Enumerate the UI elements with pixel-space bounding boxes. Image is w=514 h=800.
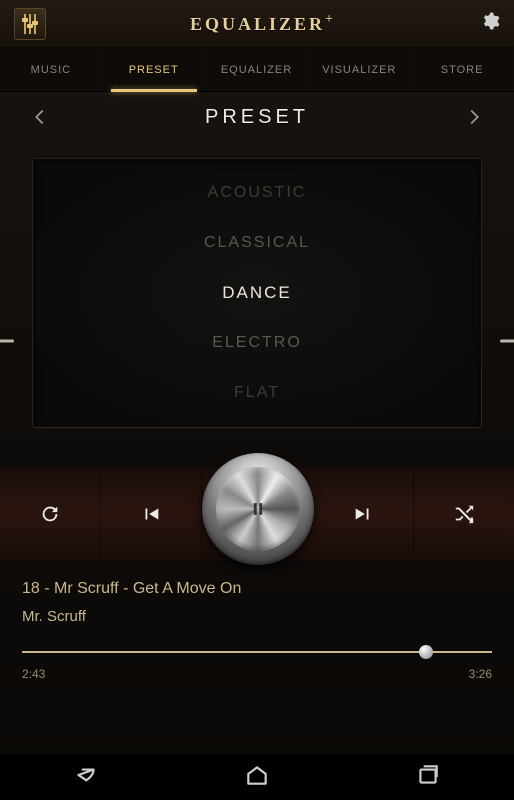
repeat-button[interactable] (0, 468, 101, 560)
chevron-left-icon (29, 106, 51, 128)
home-icon (244, 762, 270, 788)
android-nav-bar (0, 754, 514, 800)
track-title: 18 - Mr Scruff - Get A Move On (22, 580, 492, 598)
tab-equalizer[interactable]: EQUALIZER (206, 48, 309, 91)
progress-thumb[interactable] (419, 645, 433, 659)
android-back-button[interactable] (73, 762, 99, 793)
time-total: 3:26 (469, 667, 492, 681)
app-title-plus: + (325, 12, 336, 27)
picker-indicator-left (0, 340, 14, 343)
android-recent-button[interactable] (415, 762, 441, 793)
app-header: EQUALIZER+ (0, 0, 514, 48)
next-section-button[interactable] (438, 94, 510, 140)
time-elapsed: 2:43 (22, 667, 45, 681)
track-artist: Mr. Scruff (22, 608, 492, 625)
tab-bar: MUSIC PRESET EQUALIZER VISUALIZER STORE (0, 48, 514, 92)
section-header: PRESET (0, 94, 514, 140)
app-logo-icon[interactable] (14, 8, 46, 40)
tab-label: EQUALIZER (221, 64, 292, 76)
repeat-icon (39, 503, 61, 525)
tab-store[interactable]: STORE (411, 48, 514, 91)
skip-next-icon (352, 503, 374, 525)
settings-button[interactable] (480, 11, 500, 36)
shuffle-button[interactable] (414, 468, 514, 560)
tab-label: MUSIC (31, 64, 71, 76)
next-button[interactable] (314, 468, 415, 560)
gear-icon (480, 11, 500, 31)
preset-item[interactable]: CLASSICAL (204, 218, 310, 268)
back-icon (73, 762, 99, 788)
tab-label: VISUALIZER (322, 64, 396, 76)
preset-picker[interactable]: ACOUSTIC CLASSICAL DANCE ELECTRO FLAT (32, 158, 482, 428)
android-home-button[interactable] (244, 762, 270, 793)
shuffle-icon (453, 503, 475, 525)
picker-indicator-right (500, 340, 514, 343)
pause-icon (248, 499, 268, 519)
chevron-right-icon (463, 106, 485, 128)
app-title: EQUALIZER+ (190, 12, 336, 35)
previous-button[interactable] (101, 468, 202, 560)
tab-music[interactable]: MUSIC (0, 48, 103, 91)
time-row: 2:43 3:26 (0, 663, 514, 681)
section-title: PRESET (205, 106, 309, 129)
now-playing: 18 - Mr Scruff - Get A Move On Mr. Scruf… (0, 560, 514, 631)
tab-label: PRESET (129, 64, 179, 76)
skip-previous-icon (140, 503, 162, 525)
preset-item[interactable]: FLAT (234, 368, 280, 418)
tab-visualizer[interactable]: VISUALIZER (308, 48, 411, 91)
recent-apps-icon (415, 762, 441, 788)
progress-slider[interactable] (22, 645, 492, 659)
tab-preset[interactable]: PRESET (103, 48, 206, 91)
preset-item-selected[interactable]: DANCE (222, 268, 292, 318)
app-title-text: EQUALIZER (190, 14, 325, 34)
tab-label: STORE (441, 64, 484, 76)
preset-item[interactable]: ACOUSTIC (208, 168, 307, 218)
transport-bar (0, 468, 514, 560)
prev-section-button[interactable] (4, 94, 76, 140)
play-pause-button[interactable] (202, 453, 314, 565)
preset-item[interactable]: ELECTRO (212, 318, 302, 368)
